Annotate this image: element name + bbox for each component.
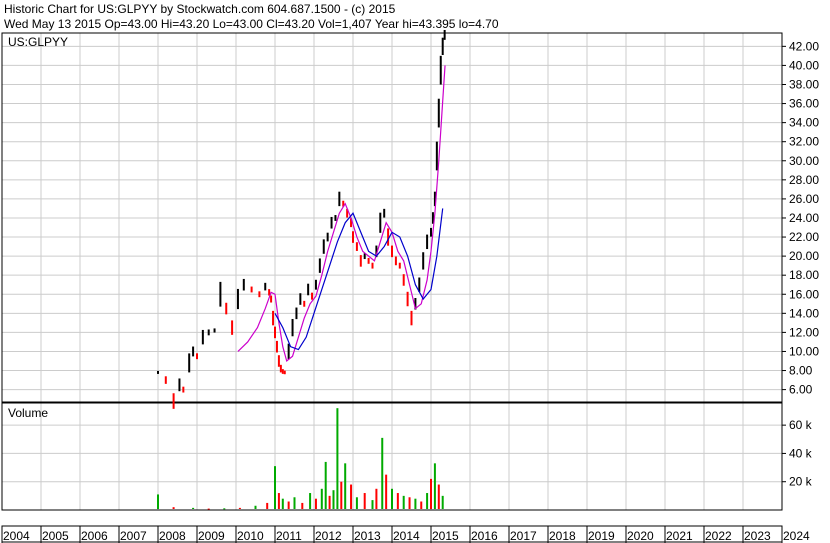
price-panel-title: US:GLPYY	[8, 35, 68, 49]
year-axis-label: 2008	[159, 529, 186, 543]
volume-bar	[414, 498, 417, 509]
volume-bar	[402, 495, 405, 509]
volume-bar	[371, 500, 374, 509]
volume-bar	[287, 501, 290, 509]
volume-bar	[344, 463, 347, 509]
year-axis-label: 2009	[198, 529, 225, 543]
price-y-tick-label: 6.00	[789, 383, 813, 397]
price-y-tick-label: 30.00	[789, 154, 819, 168]
volume-bar	[314, 498, 317, 509]
volume-bar	[408, 497, 411, 509]
year-axis-label: 2018	[549, 529, 576, 543]
year-axis-label: 2022	[705, 529, 732, 543]
volume-panel-title: Volume	[8, 406, 48, 420]
volume-bar	[238, 507, 241, 509]
price-y-tick-label: 26.00	[789, 192, 819, 206]
volume-bar	[293, 497, 296, 509]
year-axis-label: 2016	[471, 529, 498, 543]
price-y-tick-label: 10.00	[789, 344, 819, 358]
price-y-tick-label: 12.00	[789, 325, 819, 339]
volume-y-tick-label: 20 k	[789, 475, 813, 489]
volume-bar	[381, 437, 384, 509]
volume-bar	[363, 493, 366, 509]
price-y-tick-label: 20.00	[789, 249, 819, 263]
volume-bar	[332, 490, 335, 509]
volume-bar	[391, 488, 393, 509]
year-axis-label: 2004	[3, 529, 30, 543]
volume-bar	[254, 505, 257, 509]
price-y-tick-label: 32.00	[789, 135, 819, 149]
price-y-tick-label: 18.00	[789, 268, 819, 282]
volume-bar	[277, 493, 280, 509]
year-axis-label: 2019	[588, 529, 615, 543]
volume-y-tick-label: 60 k	[789, 418, 813, 432]
year-axis-label: 2007	[120, 529, 147, 543]
volume-bar	[157, 494, 159, 509]
year-axis-label: 2023	[744, 529, 771, 543]
volume-bar	[266, 502, 269, 509]
volume-bar	[441, 495, 444, 509]
year-axis-label: 2014	[393, 529, 420, 543]
volume-bar	[426, 493, 429, 509]
volume-bar	[340, 481, 343, 509]
volume-bar	[192, 507, 195, 509]
volume-bar	[375, 488, 378, 509]
year-axis-label: 2006	[81, 529, 108, 543]
volume-bar	[350, 484, 353, 509]
volume-bar	[385, 474, 388, 509]
volume-bar	[223, 508, 226, 510]
volume-bar	[281, 498, 284, 509]
price-y-tick-label: 22.00	[789, 230, 819, 244]
price-y-tick-label: 28.00	[789, 173, 819, 187]
volume-bar	[328, 495, 331, 509]
volume-bar	[396, 493, 399, 509]
price-y-tick-label: 42.00	[789, 39, 819, 53]
moving-average-long-line	[274, 208, 444, 351]
year-axis-label: 2010	[237, 529, 264, 543]
year-axis-label: 2020	[627, 529, 654, 543]
volume-y-tick-label: 40 k	[789, 446, 813, 460]
price-y-tick-label: 14.00	[789, 306, 819, 320]
volume-bar	[274, 466, 276, 509]
price-y-tick-label: 34.00	[789, 116, 819, 130]
price-y-tick-label: 36.00	[789, 97, 819, 111]
year-axis-label: 2013	[354, 529, 381, 543]
price-y-tick-label: 8.00	[789, 364, 813, 378]
year-axis-label: 2021	[666, 529, 693, 543]
year-axis-label: 2005	[42, 529, 69, 543]
price-y-tick-label: 40.00	[789, 58, 819, 72]
volume-bar	[309, 493, 312, 509]
stock-chart: 6.00 8.00 10.00 12.00 14.00 16.00 18.00 20.00 22…	[1, 29, 819, 543]
year-axis-label: 2011	[276, 529, 302, 543]
volume-bar	[420, 501, 423, 509]
volume-bar	[320, 488, 323, 509]
volume-bar	[433, 463, 436, 509]
year-axis-label: 2017	[510, 529, 537, 543]
moving-average-short-line	[237, 65, 446, 363]
year-axis-label: 2012	[315, 529, 342, 543]
volume-bar	[207, 508, 210, 510]
volume-bar	[355, 497, 358, 509]
price-y-tick-label: 24.00	[789, 211, 819, 225]
volume-bar	[324, 461, 327, 509]
price-y-tick-label: 16.00	[789, 287, 819, 301]
year-axis-label: 2015	[432, 529, 459, 543]
year-axis-label: 2024	[783, 529, 810, 543]
volume-bar	[301, 502, 304, 509]
volume-bar	[172, 507, 175, 509]
volume-bar	[430, 478, 432, 509]
price-y-tick-label: 38.00	[789, 77, 819, 91]
volume-bar	[336, 408, 339, 509]
volume-bar	[437, 484, 440, 509]
